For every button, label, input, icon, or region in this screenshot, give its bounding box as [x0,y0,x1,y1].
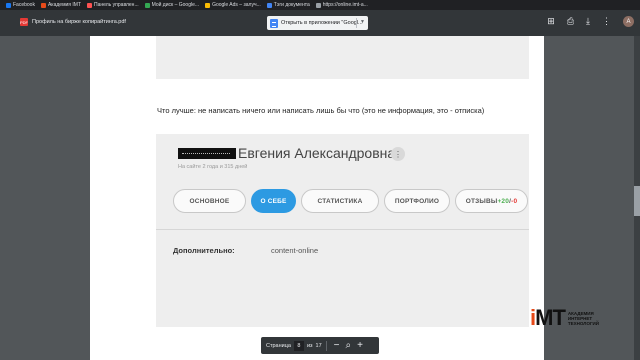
document-title: PDF Профиль на бирже копирайтинга.pdf [20,18,126,26]
page-of-label: из [306,342,313,349]
pager-separator [325,340,327,351]
imt-logo-mark: iMT [530,305,566,330]
chevron-down-icon[interactable]: ▼ [360,19,365,25]
bookmark-label: Мой диск – Google... [151,2,200,8]
profile-card: Евгения Александровна ⋮ На сайте 2 года … [156,134,529,327]
avatar[interactable]: A [623,16,634,27]
reviews-positive: +20 [497,197,510,205]
bookmark-label: Академия IMT [47,2,82,8]
bookmark-label: https://online.imt-a... [322,2,368,8]
bookmark-favicon-icon [205,2,211,8]
bookmark-favicon-icon [6,2,11,8]
additional-value: content-online [271,246,319,255]
document-title-text: Профиль на бирже копирайтинга.pdf [32,19,126,25]
bookmark-label: Facebook [13,2,35,8]
zoom-in-button[interactable]: + [357,340,363,351]
previous-screenshot-block [156,36,529,79]
bookmark-label: Тэги документа [273,2,310,8]
profile-tabs: ОСНОВНОЕ О СЕБЕ СТАТИСТИКА ПОРТФОЛИО ОТЗ… [173,189,528,213]
imt-logo: iMT АКАДЕМИЯ ИНТЕРНЕТ ТЕХНОЛОГИЙ [530,305,599,331]
page-label: Страница [266,342,291,349]
imt-logo-text: АКАДЕМИЯ ИНТЕРНЕТ ТЕХНОЛОГИЙ [567,310,599,326]
download-icon[interactable]: ⤓ [586,16,590,27]
tab-main[interactable]: ОСНОВНОЕ [173,189,246,213]
reviews-label: ОТЗЫВЫ [465,197,498,205]
redacted-username [178,147,236,159]
bookmark-item[interactable]: https://online.imt-a... [315,2,368,8]
page-navigator: Страница 8 из 17 − ⌕ + [261,337,379,354]
bookmark-favicon-icon [266,2,272,8]
open-with-google-docs-button[interactable]: Открыть в приложении "Googl... ▼ [267,16,368,30]
bookmarks-bar: Facebook Академия IMT Панель управлен... Мо… [0,0,640,10]
page-number-input[interactable]: 8 [293,340,304,351]
google-docs-icon [270,18,278,28]
open-with-label: Открыть в приложении "Googl... [281,20,363,26]
more-vert-icon[interactable]: ⋮ [602,16,611,27]
zoom-icon[interactable]: ⌕ [346,340,352,351]
bookmark-favicon-icon [144,2,150,8]
zoom-out-button[interactable]: − [334,340,340,351]
tab-about[interactable]: О СЕБЕ [251,189,296,213]
bookmark-label: Панель управлен... [94,2,139,8]
profile-name: Евгения Александровна [238,145,396,161]
scrollbar-thumb[interactable] [634,186,640,216]
bookmark-item[interactable]: Академия IMT [40,2,82,8]
reviews-negative: -0 [511,197,518,205]
bookmark-favicon-icon [87,2,93,8]
additional-label: Дополнительно: [173,246,235,255]
bookmark-item[interactable]: Мой диск – Google... [144,2,200,8]
page-total: 17 [315,342,322,349]
print-icon[interactable]: ⎙ [567,16,574,27]
tab-portfolio[interactable]: ПОРТФОЛИО [384,189,450,213]
pdf-page: Что лучше: не написать ничего или написа… [90,36,544,360]
open-with-separator [356,18,357,28]
pdf-toolbar: PDF Профиль на бирже копирайтинга.pdf От… [0,10,640,36]
tab-reviews[interactable]: ОТЗЫВЫ +20 / -0 [455,189,528,213]
tab-statistics[interactable]: СТАТИСТИКА [301,189,379,213]
divider [156,229,529,230]
bookmark-item[interactable]: Тэги документа [266,2,310,8]
bookmark-item[interactable]: Google Ads – залуч... [205,2,261,8]
bookmark-favicon-icon [40,2,46,8]
bookmark-item[interactable]: Facebook [6,2,35,8]
bookmark-label: Google Ads – залуч... [212,2,261,8]
pdf-file-icon: PDF [20,18,28,26]
bookmark-item[interactable]: Панель управлен... [87,2,139,8]
member-since: На сайте 2 года и 315 дней [178,164,248,170]
bookmark-favicon-icon [315,2,321,8]
more-options-icon[interactable]: ⋮ [391,147,405,161]
add-to-drive-icon[interactable]: ⊞ [547,16,555,27]
vertical-scrollbar[interactable] [634,36,640,360]
question-text: Что лучше: не написать ничего или написа… [157,106,485,115]
